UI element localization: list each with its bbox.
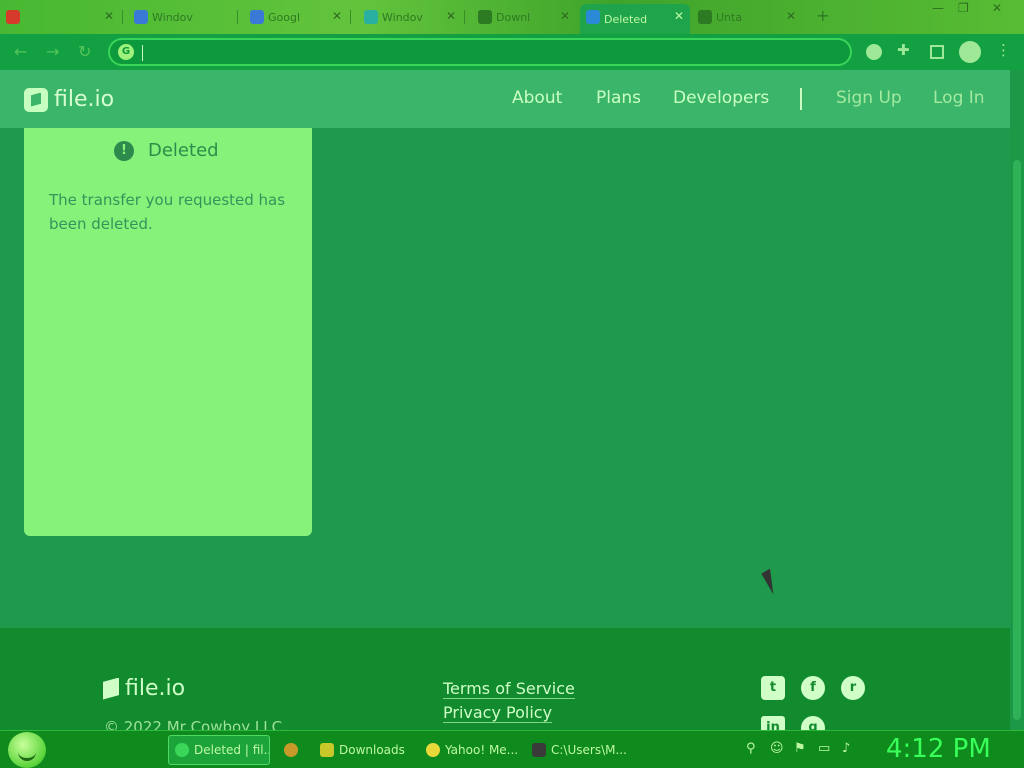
tab-favicon-icon <box>478 10 492 24</box>
taskbar-item[interactable]: Downloads <box>314 735 416 765</box>
privacy-link[interactable]: Privacy Policy <box>443 703 553 723</box>
tab-separator <box>350 10 351 24</box>
taskbar-item[interactable] <box>278 735 312 765</box>
browser-tab-strip: ✕ Windov Googl ✕ Windov ✕ Downl ✕ Delete… <box>0 0 1024 34</box>
taskbar-item-label: C:\Users\M... <box>551 743 627 757</box>
nav-log-in[interactable]: Log In <box>933 88 985 108</box>
flag-icon[interactable]: ⚑ <box>794 741 806 756</box>
browser-tab[interactable]: Windov <box>128 4 236 30</box>
tab-separator <box>122 10 123 24</box>
taskbar-item[interactable]: Yahoo! Me... <box>420 735 522 765</box>
footer-logo[interactable]: file.io <box>103 676 185 701</box>
text-cursor <box>142 45 143 61</box>
twitter-icon[interactable]: t <box>761 676 785 700</box>
tab-favicon-icon <box>698 10 712 24</box>
close-icon[interactable]: ✕ <box>332 9 342 23</box>
browser-toolbar: ← → ↻ G ✚ ⋮ <box>0 34 1024 70</box>
nav-plans[interactable]: Plans <box>596 88 641 108</box>
nav-developers[interactable]: Developers <box>673 88 769 108</box>
firefox-icon <box>284 743 298 757</box>
browser-tab[interactable]: Downl ✕ <box>472 4 576 30</box>
tab-separator <box>237 10 238 24</box>
taskbar: Deleted | fil... Downloads Yahoo! Me... … <box>0 730 1024 768</box>
menu-dots-icon[interactable]: ⋮ <box>996 41 1011 59</box>
site-footer: file.io © 2022 Mr Cowboy LLC Terms of Se… <box>0 628 1010 730</box>
tab-favicon-icon <box>364 10 378 24</box>
tab-favicon-icon <box>134 10 148 24</box>
close-icon[interactable]: ✕ <box>104 9 114 23</box>
close-icon[interactable]: ✕ <box>786 9 796 23</box>
site-header: file.io About Plans Developers Sign Up L… <box>0 70 1010 128</box>
network-icon[interactable]: ▭ <box>818 741 830 756</box>
taskbar-item-label: Deleted | fil... <box>194 743 270 757</box>
start-button[interactable] <box>8 732 46 768</box>
tab-label: Downl <box>496 10 531 24</box>
browser-tab[interactable]: Unta ✕ <box>692 4 802 30</box>
copyright: © 2022 Mr Cowboy LLC <box>104 718 283 730</box>
taskbar-item-label: Yahoo! Me... <box>445 743 519 757</box>
yahoo-messenger-icon <box>426 743 440 757</box>
taskbar-item-label: Downloads <box>339 743 405 757</box>
nav-divider <box>800 88 802 110</box>
file-io-logo-icon <box>24 87 48 112</box>
tab-label: Deleted <box>604 12 648 26</box>
tab-label: Windov <box>382 10 423 24</box>
status-card: ! Deleted The transfer you requested has… <box>24 128 312 536</box>
tab-favicon-icon <box>250 10 264 24</box>
browser-tab[interactable]: Windov ✕ <box>358 4 462 30</box>
search-icon[interactable]: ⚲ <box>746 741 756 756</box>
restore-icon[interactable]: ❐ <box>958 1 969 15</box>
linkedin-icon[interactable]: in <box>761 716 785 730</box>
github-icon[interactable]: g <box>801 716 825 730</box>
close-icon[interactable]: ✕ <box>560 9 570 23</box>
back-arrow-icon[interactable]: ← <box>14 42 27 61</box>
close-icon[interactable]: ✕ <box>674 9 684 23</box>
nav-sign-up[interactable]: Sign Up <box>836 88 902 108</box>
minimize-icon[interactable]: — <box>932 1 944 15</box>
google-icon: G <box>118 44 134 60</box>
facebook-icon[interactable]: f <box>801 676 825 700</box>
reload-icon[interactable]: ↻ <box>78 42 91 61</box>
reddit-icon[interactable]: r <box>841 676 865 700</box>
new-tab-button[interactable]: + <box>816 6 829 25</box>
taskbar-clock[interactable]: 4:12 PM <box>886 734 991 764</box>
tab-label: Unta <box>716 10 743 24</box>
7zip-icon <box>532 743 546 757</box>
volume-icon[interactable]: ♪ <box>842 741 850 756</box>
nav-about[interactable]: About <box>512 88 562 108</box>
browser-tab-active[interactable]: Deleted ✕ <box>580 4 690 34</box>
terms-link[interactable]: Terms of Service <box>443 679 575 699</box>
chrome-icon <box>175 743 189 757</box>
card-header: ! Deleted <box>114 140 219 161</box>
window-close-icon[interactable]: ✕ <box>992 1 1002 15</box>
folder-icon <box>320 743 334 757</box>
file-io-logo-icon <box>103 677 119 700</box>
puzzle-icon[interactable]: ✚ <box>897 41 910 59</box>
profile-avatar-icon[interactable] <box>959 41 981 63</box>
browser-tab[interactable]: Googl ✕ <box>244 4 348 30</box>
tab-label: Googl <box>268 10 301 24</box>
taskbar-item[interactable]: Deleted | fil... <box>168 735 270 765</box>
forward-arrow-icon[interactable]: → <box>46 42 59 61</box>
page-scrollbar[interactable] <box>1010 70 1024 730</box>
extension-icon[interactable] <box>866 44 882 60</box>
card-message: The transfer you requested has been dele… <box>49 191 286 233</box>
site-logo[interactable]: file.io <box>24 87 114 112</box>
address-bar[interactable]: G <box>108 38 852 66</box>
side-panel-icon[interactable] <box>930 45 944 59</box>
main-content: ! Deleted The transfer you requested has… <box>0 128 1010 628</box>
taskbar-item[interactable]: C:\Users\M... <box>526 735 628 765</box>
windows-logo-icon <box>6 10 20 24</box>
card-title: Deleted <box>148 140 219 161</box>
footer-logo-text: file.io <box>125 676 186 701</box>
logo-text: file.io <box>54 87 115 112</box>
scrollbar-thumb[interactable] <box>1013 160 1021 720</box>
alert-icon: ! <box>114 140 134 161</box>
tab-favicon-icon <box>586 10 600 24</box>
tab-separator <box>464 10 465 24</box>
browser-tab[interactable]: ✕ <box>0 4 120 30</box>
messenger-tray-icon[interactable]: ☺ <box>770 741 784 756</box>
tab-label: Windov <box>152 10 193 24</box>
close-icon[interactable]: ✕ <box>446 9 456 23</box>
